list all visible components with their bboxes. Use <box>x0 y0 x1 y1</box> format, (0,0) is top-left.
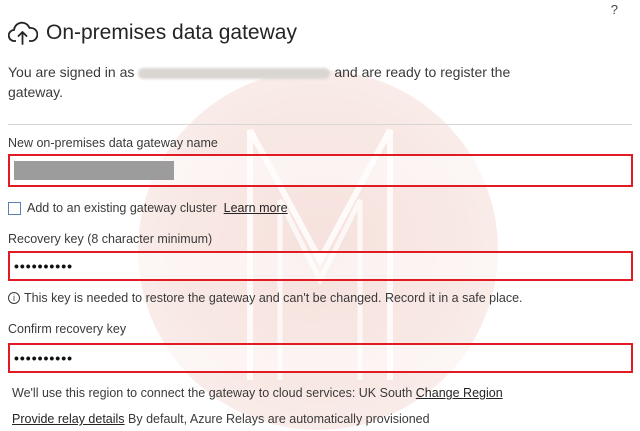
cloud-upload-icon <box>8 21 38 45</box>
gateway-name-input[interactable] <box>8 154 633 187</box>
redacted-gateway-name <box>14 161 174 180</box>
redacted-email <box>138 67 331 79</box>
region-text: We'll use this region to connect the gat… <box>12 386 413 400</box>
gateway-name-label: New on-premises data gateway name <box>8 136 218 150</box>
recovery-key-note: i This key is needed to restore the gate… <box>8 291 523 305</box>
recovery-key-note-text: This key is needed to restore the gatewa… <box>24 291 523 305</box>
provide-relay-link[interactable]: Provide relay details <box>12 412 125 426</box>
info-icon: i <box>8 292 20 304</box>
recovery-key-input[interactable]: •••••••••• <box>8 251 633 281</box>
recovery-key-label: Recovery key (8 character minimum) <box>8 232 213 246</box>
signed-in-text-before: You are signed in as <box>8 64 135 80</box>
help-button[interactable]: ? <box>611 2 618 17</box>
header: On-premises data gateway <box>8 20 297 46</box>
confirm-key-label: Confirm recovery key <box>8 322 127 336</box>
add-to-cluster-label: Add to an existing gateway cluster <box>27 201 217 215</box>
confirm-key-input[interactable]: •••••••••• <box>8 343 633 373</box>
change-region-link[interactable]: Change Region <box>416 386 503 400</box>
signed-in-message: You are signed in as and are ready to reg… <box>8 62 568 102</box>
confirm-key-value: •••••••••• <box>14 350 74 366</box>
learn-more-link[interactable]: Learn more <box>224 201 288 215</box>
add-to-cluster-row: Add to an existing gateway cluster Learn… <box>27 201 288 215</box>
recovery-key-value: •••••••••• <box>14 258 74 274</box>
divider <box>8 124 632 125</box>
add-to-cluster-checkbox[interactable] <box>8 202 21 215</box>
relay-text: By default, Azure Relays are automatical… <box>128 412 430 426</box>
page-title: On-premises data gateway <box>46 21 297 44</box>
region-row: We'll use this region to connect the gat… <box>12 386 503 400</box>
relay-row: Provide relay details By default, Azure … <box>12 412 430 426</box>
